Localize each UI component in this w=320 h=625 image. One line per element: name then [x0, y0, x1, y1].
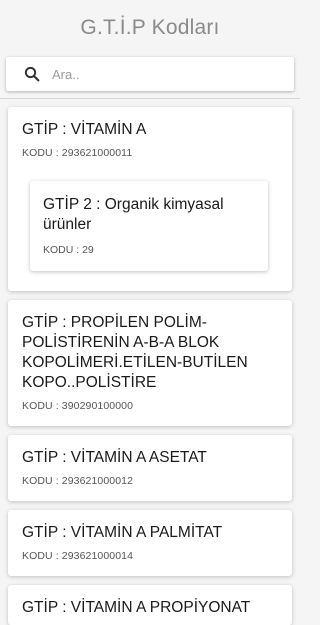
sub-category-title: GTİP 2 : Organik kimyasal ürünler — [43, 196, 224, 233]
list-item[interactable]: GTİP : PROPİLEN POLİM-POLİSTİRENİN A-B-A… — [8, 300, 292, 426]
list-item[interactable]: GTİP : VİTAMİN A PALMİTAT KODU : 2936210… — [8, 510, 292, 576]
item-title: GTİP : VİTAMİN A PALMİTAT — [22, 524, 223, 541]
sub-category-card[interactable]: GTİP 2 : Organik kimyasal ürünler KODU :… — [30, 181, 268, 271]
item-code: KODU : 293621000014 — [22, 550, 134, 562]
item-title: GTİP : VİTAMİN A PROPİYONAT — [22, 599, 251, 616]
item-title: GTİP : PROPİLEN POLİM-POLİSTİRENİN A-B-A… — [22, 314, 248, 391]
item-title: GTİP : VİTAMİN A ASETAT — [22, 449, 207, 466]
page-title: G.T.İ.P Kodları — [80, 16, 220, 39]
list-item[interactable]: GTİP : VİTAMİN A ASETAT KODU : 293621000… — [8, 435, 292, 501]
search-input[interactable] — [52, 66, 272, 82]
search-icon[interactable] — [19, 61, 45, 87]
item-code: KODU : 293621000011 — [22, 147, 133, 159]
item-title: GTİP : VİTAMİN A — [22, 121, 147, 138]
item-code: KODU : 390290100000 — [22, 400, 134, 412]
item-code: KODU : 293621000012 — [22, 475, 134, 487]
search-bar[interactable] — [6, 57, 294, 91]
header-divider — [0, 98, 300, 99]
sub-category-code: KODU : 29 — [43, 244, 94, 256]
app-header: G.T.İ.P Kodları — [0, 0, 300, 56]
list-item[interactable]: GTİP : VİTAMİN A KODU : 293621000011 GTİ… — [8, 107, 292, 291]
list-item[interactable]: GTİP : VİTAMİN A PROPİYONAT — [8, 585, 292, 625]
